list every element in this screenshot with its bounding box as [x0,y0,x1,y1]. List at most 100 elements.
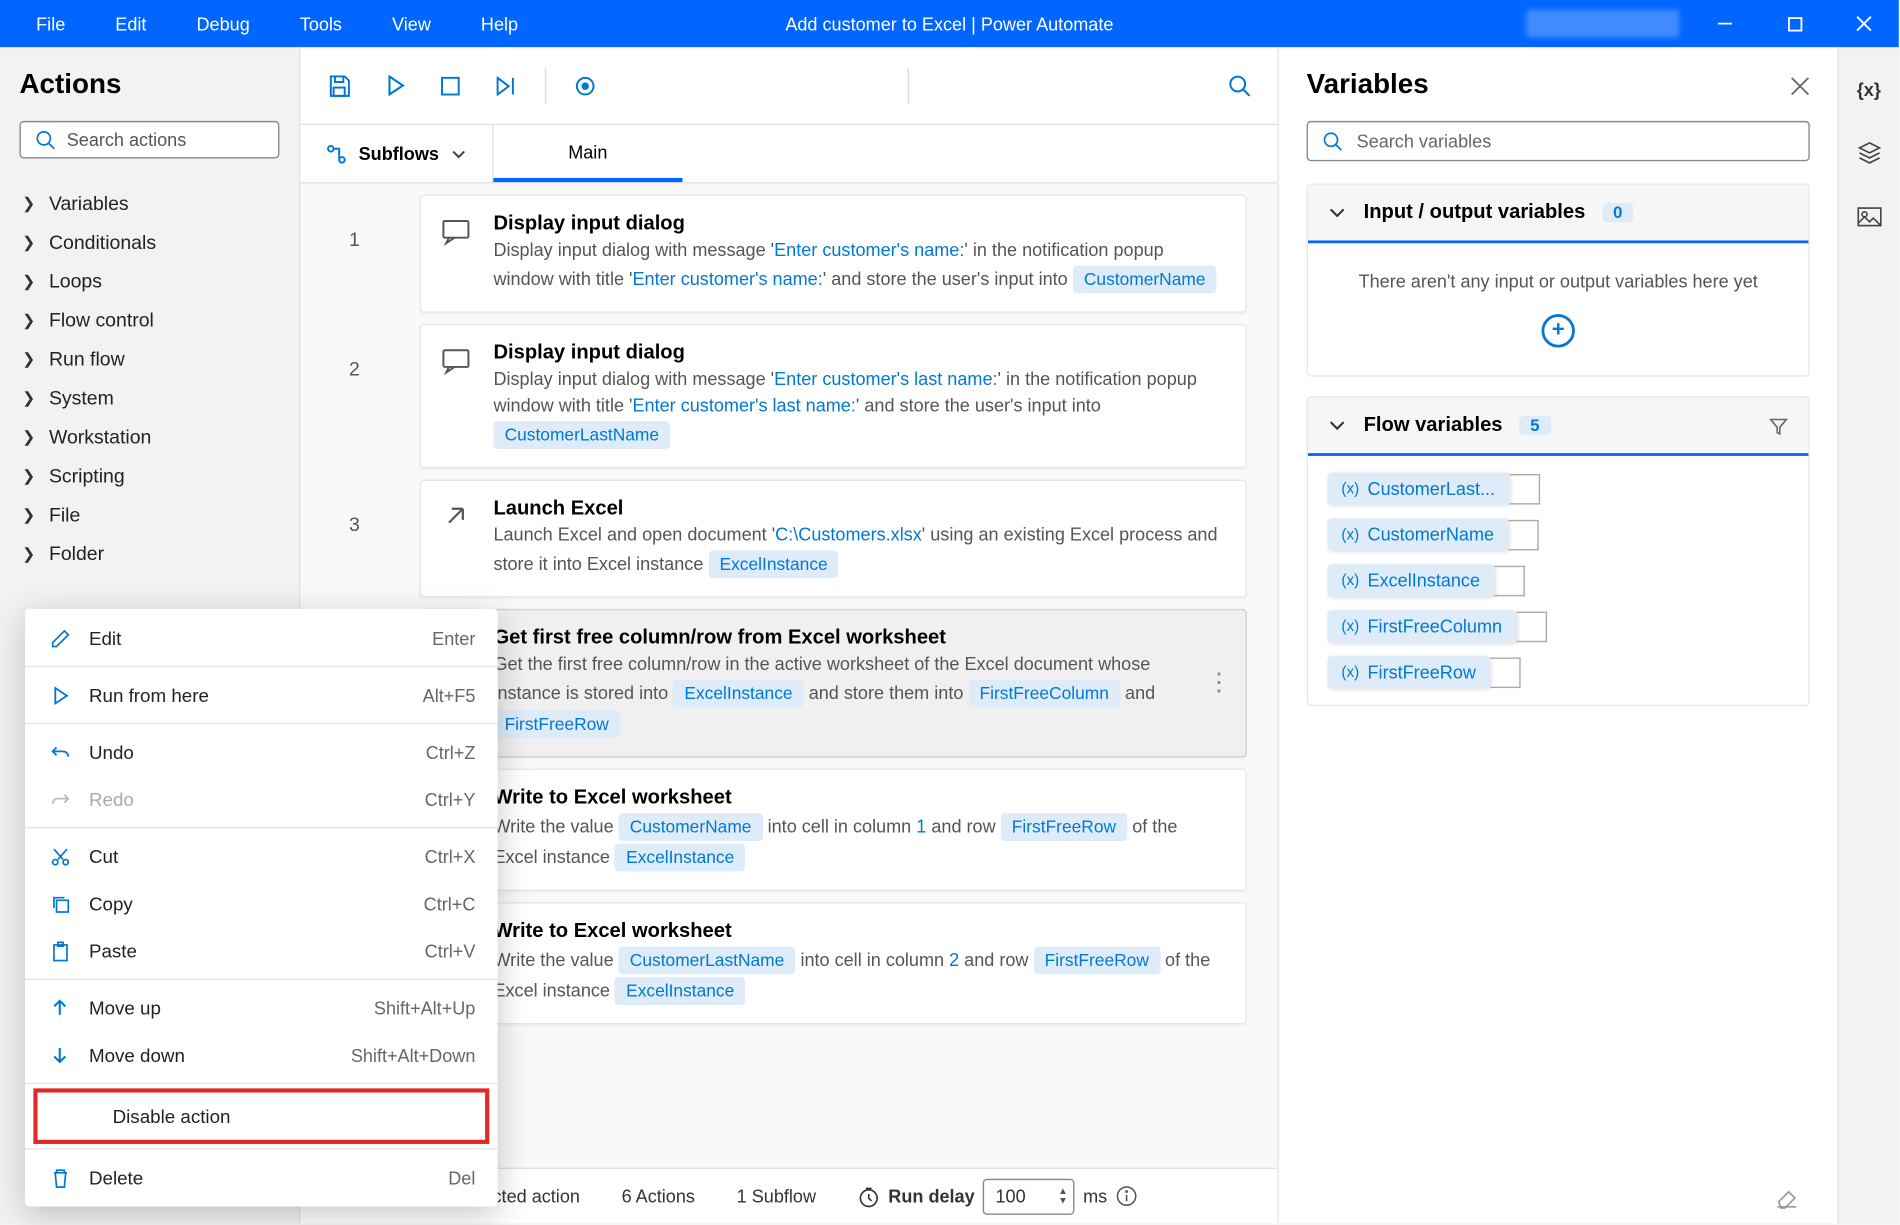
search-actions-placeholder: Search actions [67,129,187,150]
variable-chip[interactable]: (x)FirstFreeRow [1327,656,1788,688]
run-button[interactable] [370,60,420,110]
step-description: Get the first free column/row in the act… [493,652,1220,740]
tree-item-loops[interactable]: ❯Loops [19,261,279,300]
flow-variables-header[interactable]: Flow variables 5 [1308,398,1808,456]
maximize-button[interactable] [1763,0,1827,47]
menu-file[interactable]: File [17,5,85,43]
ctx-edit[interactable]: EditEnter [25,614,498,661]
record-button[interactable] [560,60,610,110]
ctx-paste[interactable]: PasteCtrl+V [25,927,498,974]
step-card[interactable]: Display input dialogDisplay input dialog… [420,195,1247,313]
variables-panel: Variables Search variables Input / outpu… [1279,47,1838,1223]
tab-main[interactable]: Main [493,125,682,182]
step-card[interactable]: Write to Excel worksheet Write the value … [420,768,1247,891]
edit-icon [47,626,72,651]
context-menu: EditEnterRun from hereAlt+F5UndoCtrl+ZRe… [25,609,498,1207]
search-variables-input[interactable]: Search variables [1307,121,1810,161]
step-button[interactable] [481,60,531,110]
chevron-down-icon [1327,203,1346,222]
copy-icon [47,891,72,916]
tree-item-scripting[interactable]: ❯Scripting [19,456,279,495]
rail-layers-icon[interactable] [1847,131,1891,175]
chevron-down-icon [450,145,467,162]
variable-chip[interactable]: (x)CustomerLast... [1327,473,1788,505]
eraser-icon[interactable] [1774,1184,1799,1209]
info-icon[interactable] [1116,1186,1137,1207]
variables-title: Variables [1307,70,1429,102]
variable-chip[interactable]: (x)FirstFreeColumn [1327,610,1788,642]
status-actions: 6 Actions [622,1186,695,1207]
ctx-copy[interactable]: CopyCtrl+C [25,880,498,927]
io-empty-text: There aren't any input or output variabl… [1327,271,1788,292]
ctx-move-down[interactable]: Move downShift+Alt+Down [25,1031,498,1078]
step-icon [441,215,474,248]
search-actions-input[interactable]: Search actions [19,121,279,159]
ctx-cut[interactable]: CutCtrl+X [25,833,498,880]
step-number: 2 [306,324,403,468]
tree-item-system[interactable]: ❯System [19,378,279,417]
title-bar: FileEditDebugToolsViewHelp Add customer … [0,0,1899,47]
step-description: Write the value CustomerName into cell i… [493,812,1220,874]
tree-item-file[interactable]: ❯File [19,495,279,534]
tree-item-run-flow[interactable]: ❯Run flow [19,339,279,378]
variable-chip[interactable]: (x)ExcelInstance [1327,564,1788,596]
tree-item-folder[interactable]: ❯Folder [19,534,279,573]
add-variable-button[interactable]: + [1542,314,1575,347]
ctx-delete[interactable]: DeleteDel [25,1154,498,1201]
ctx-move-up[interactable]: Move upShift+Alt+Up [25,984,498,1031]
rail-images-icon[interactable] [1847,195,1891,239]
close-button[interactable] [1832,0,1896,47]
search-icon [1322,131,1343,152]
menu-view[interactable]: View [373,5,451,43]
tabs-row: Subflows Main [300,125,1277,183]
step-title: Launch Excel [493,497,1220,519]
step-description: Launch Excel and open document 'C:\Custo… [493,522,1220,579]
delete-icon [47,1165,72,1190]
redo-icon [47,787,72,812]
menu-edit[interactable]: Edit [96,5,166,43]
ctx-disable-action[interactable]: Disable action [38,1093,486,1140]
step-card[interactable]: Launch Excel Launch Excel and open docume… [420,479,1247,597]
filter-icon[interactable] [1768,415,1789,436]
minimize-button[interactable] [1693,0,1757,47]
right-rail: {x} [1838,47,1899,1223]
actions-title: Actions [19,70,279,102]
ctx-run-from-here[interactable]: Run from hereAlt+F5 [25,671,498,718]
search-flow-button[interactable] [1213,60,1263,110]
step-title: Get first free column/row from Excel wor… [493,627,1220,649]
step-title: Display input dialog [493,213,1220,235]
subflows-dropdown[interactable]: Subflows [300,125,493,182]
menu-tools[interactable]: Tools [280,5,361,43]
variable-chip[interactable]: (x)CustomerName [1327,518,1788,550]
step-card[interactable]: Display input dialogDisplay input dialog… [420,324,1247,468]
save-button[interactable] [314,60,364,110]
more-icon[interactable]: ⋮ [1207,668,1232,697]
ctx-undo[interactable]: UndoCtrl+Z [25,728,498,775]
rail-variables-icon[interactable]: {x} [1847,67,1891,111]
cut-icon [47,844,72,869]
step-title: Write to Excel worksheet [493,787,1220,809]
status-subflows: 1 Subflow [737,1186,816,1207]
tree-item-variables[interactable]: ❯Variables [19,183,279,222]
step-card[interactable]: Get first free column/row from Excel wor… [420,608,1247,757]
play-icon [47,682,72,707]
tree-item-flow-control[interactable]: ❯Flow control [19,300,279,339]
tree-item-conditionals[interactable]: ❯Conditionals [19,222,279,261]
run-delay-label: Run delay [888,1186,974,1207]
up-icon [47,995,72,1020]
chevron-down-icon [1327,416,1346,435]
close-panel-icon[interactable] [1790,76,1809,95]
tree-item-workstation[interactable]: ❯Workstation [19,417,279,456]
stop-button[interactable] [425,60,475,110]
run-delay-input[interactable]: 100▲▼ [983,1178,1075,1214]
step-card[interactable]: Write to Excel worksheetWrite the value … [420,902,1247,1025]
io-variables-header[interactable]: Input / output variables 0 [1308,185,1808,243]
step-description: Write the value CustomerLastName into ce… [493,945,1220,1007]
step-number: 1 [306,195,403,313]
step-title: Display input dialog [493,342,1220,364]
subflows-icon [325,142,347,164]
menu-debug[interactable]: Debug [177,5,269,43]
step-icon [441,345,474,378]
user-account[interactable] [1526,10,1679,38]
menu-help[interactable]: Help [461,5,537,43]
